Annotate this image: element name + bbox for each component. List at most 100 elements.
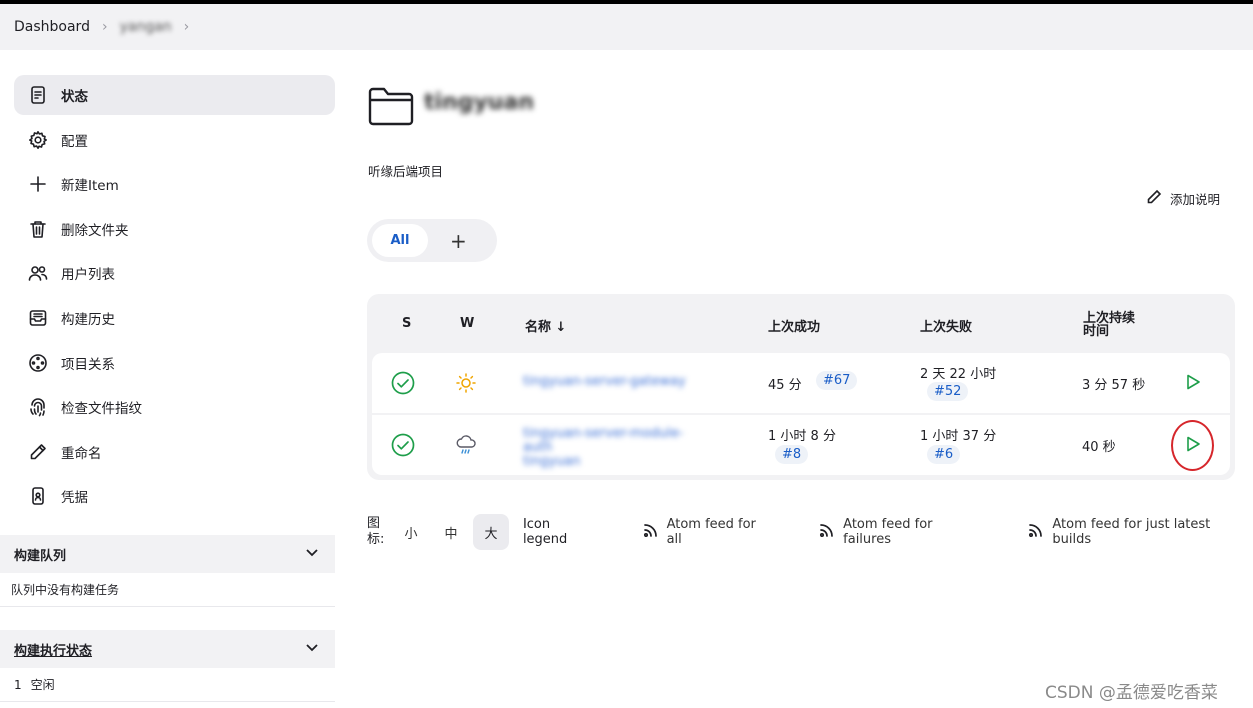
rain-cloud-icon bbox=[455, 433, 479, 461]
sidebar-item-label: 新建Item bbox=[61, 178, 119, 194]
rss-icon bbox=[819, 522, 843, 542]
last-duration: 3 分 57 秒 bbox=[1082, 378, 1146, 393]
last-success-time: 1 小时 8 分 bbox=[768, 429, 836, 444]
breadcrumb-dashboard[interactable]: Dashboard bbox=[14, 19, 90, 35]
table-row: tingyuan-server-module-auth tingyuan 1 小… bbox=[372, 415, 1230, 475]
header-last-failure[interactable]: 上次失败 bbox=[920, 316, 972, 335]
header-last-duration[interactable]: 上次持续 时间 bbox=[1083, 312, 1135, 338]
success-check-icon bbox=[391, 433, 415, 461]
sidebar-item-label: 检查文件指纹 bbox=[61, 401, 142, 417]
header-last-duration-line2: 时间 bbox=[1083, 324, 1110, 339]
sidebar-item-configure[interactable]: 配置 bbox=[14, 120, 335, 160]
users-icon bbox=[27, 262, 49, 284]
sidebar-item-rename[interactable]: 重命名 bbox=[14, 432, 335, 472]
sidebar-item-label: 项目关系 bbox=[61, 357, 115, 373]
job-name-link[interactable]: tingyuan-server-gateway bbox=[523, 375, 686, 389]
sidebar-item-delete-folder[interactable]: 删除文件夹 bbox=[14, 209, 335, 249]
phone-credentials-icon bbox=[27, 485, 49, 507]
executor-status-body: 1 空闲 bbox=[0, 668, 335, 702]
last-failure-time: 2 天 22 小时 bbox=[920, 367, 997, 382]
atom-feed-failures[interactable]: Atom feed for failures bbox=[819, 517, 984, 547]
watermark: CSDN @孟德爱吃香菜 bbox=[1045, 683, 1218, 703]
build-queue-body: 队列中没有构建任务 bbox=[0, 573, 335, 607]
header-weather[interactable]: W bbox=[460, 316, 474, 331]
sidebar-item-project-relations[interactable]: 项目关系 bbox=[14, 343, 335, 383]
rss-icon bbox=[643, 522, 667, 542]
sidebar-item-label: 状态 bbox=[61, 89, 88, 105]
sidebar-item-fingerprint[interactable]: 检查文件指纹 bbox=[14, 387, 335, 427]
sidebar-item-label: 删除文件夹 bbox=[61, 223, 129, 239]
job-name-line1: tingyuan-server-module-auth bbox=[523, 426, 684, 455]
last-success-build-link[interactable]: #8 bbox=[775, 445, 809, 464]
view-tabs: All + bbox=[367, 219, 497, 262]
atom-feed-latest-label: Atom feed for just latest builds bbox=[1052, 517, 1211, 547]
folder-icon bbox=[368, 86, 414, 126]
breadcrumb: Dashboard › yangan › bbox=[0, 4, 1253, 50]
executor-status-title[interactable]: 构建执行状态 bbox=[14, 640, 92, 659]
icon-legend-link[interactable]: Icon legend bbox=[523, 517, 599, 547]
sidebar-item-label: 重命名 bbox=[61, 446, 102, 462]
tab-all[interactable]: All bbox=[372, 224, 428, 257]
add-description-button[interactable]: 添加说明 bbox=[1146, 189, 1220, 208]
chevron-down-icon[interactable] bbox=[305, 640, 319, 658]
atom-feed-latest[interactable]: Atom feed for just latest builds bbox=[1028, 517, 1253, 547]
sidebar-item-build-history[interactable]: 构建历史 bbox=[14, 298, 335, 338]
last-success-build-link[interactable]: #67 bbox=[816, 371, 858, 390]
trash-icon bbox=[27, 218, 49, 240]
header-status[interactable]: S bbox=[402, 316, 411, 331]
sidebar-item-label: 配置 bbox=[61, 134, 88, 150]
gear-icon bbox=[27, 129, 49, 151]
job-name-line2: tingyuan bbox=[523, 454, 581, 469]
add-view-button[interactable]: + bbox=[450, 229, 467, 253]
atom-feed-all[interactable]: Atom feed for all bbox=[643, 517, 776, 547]
pencil-icon bbox=[27, 441, 49, 463]
header-last-success[interactable]: 上次成功 bbox=[768, 316, 820, 335]
last-failure-time: 1 小时 37 分 bbox=[920, 429, 997, 444]
build-queue-header[interactable]: 构建队列 bbox=[0, 535, 335, 573]
sidebar-item-new-item[interactable]: 新建Item bbox=[14, 164, 335, 204]
icon-size-large[interactable]: 大 bbox=[472, 514, 509, 550]
relations-icon bbox=[27, 352, 49, 374]
page-title: tingyuan bbox=[424, 90, 534, 115]
pencil-icon bbox=[1146, 189, 1170, 208]
last-failure-build-link[interactable]: #52 bbox=[927, 382, 969, 401]
sidebar-item-label: 凭据 bbox=[61, 490, 88, 506]
fingerprint-icon bbox=[27, 396, 49, 418]
document-icon bbox=[27, 84, 49, 106]
icon-size-medium[interactable]: 中 bbox=[433, 514, 469, 550]
executor-number: 1 bbox=[14, 677, 22, 692]
folder-description: 听缘后端项目 bbox=[368, 164, 444, 179]
jobs-table: S W 名称 ↓ 上次成功 上次失败 上次持续 时间 tingyuan-serv… bbox=[367, 294, 1235, 480]
chevron-right-icon: › bbox=[101, 19, 108, 35]
atom-feed-failures-label: Atom feed for failures bbox=[843, 517, 933, 547]
header-name[interactable]: 名称 ↓ bbox=[525, 316, 566, 335]
chevron-down-icon[interactable] bbox=[305, 545, 319, 563]
build-queue-title: 构建队列 bbox=[14, 548, 67, 564]
breadcrumb-folder[interactable]: yangan bbox=[120, 19, 172, 35]
last-success-time: 45 分 bbox=[768, 378, 802, 393]
sidebar-item-label: 用户列表 bbox=[61, 267, 115, 283]
play-build-icon[interactable] bbox=[1184, 373, 1202, 395]
sidebar-item-credentials[interactable]: 凭据 bbox=[14, 476, 335, 516]
sidebar-item-status[interactable]: 状态 bbox=[14, 75, 335, 115]
sunny-weather-icon bbox=[455, 372, 477, 398]
table-row: tingyuan-server-gateway 45 分 #67 2 天 22 … bbox=[372, 353, 1230, 413]
atom-feed-all-label: Atom feed for all bbox=[666, 517, 756, 547]
success-check-icon bbox=[391, 371, 415, 399]
last-failure-build-link[interactable]: #6 bbox=[927, 445, 961, 464]
rss-icon bbox=[1028, 522, 1052, 542]
plus-icon bbox=[27, 173, 49, 195]
icon-size-small[interactable]: 小 bbox=[393, 514, 429, 550]
inbox-icon bbox=[27, 307, 49, 329]
last-duration: 40 秒 bbox=[1082, 440, 1116, 455]
build-queue-empty: 队列中没有构建任务 bbox=[11, 583, 120, 597]
job-name-link[interactable]: tingyuan-server-module-auth tingyuan bbox=[523, 427, 693, 469]
annotation-circle bbox=[1171, 420, 1214, 471]
table-footer: 图标: 小 中 大 Icon legend Atom feed for all … bbox=[367, 512, 1253, 552]
executor-status-header[interactable]: 构建执行状态 bbox=[0, 630, 335, 668]
sidebar-item-users[interactable]: 用户列表 bbox=[14, 253, 335, 293]
chevron-right-icon[interactable]: › bbox=[184, 19, 190, 35]
icon-size-label: 图标: bbox=[367, 516, 385, 547]
sidebar-item-label: 构建历史 bbox=[61, 312, 115, 328]
executor-state: 空闲 bbox=[30, 678, 55, 692]
